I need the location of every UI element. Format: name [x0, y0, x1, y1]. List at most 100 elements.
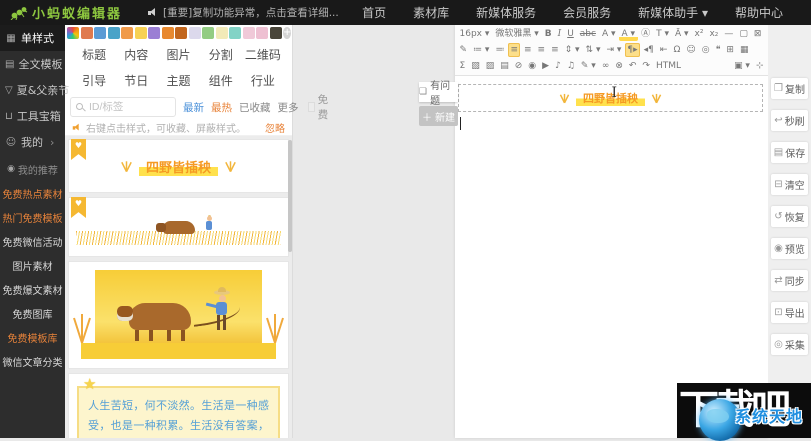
video-button[interactable]: ▶: [540, 59, 552, 73]
html-source-button[interactable]: HTML: [653, 59, 683, 73]
blockquote-button[interactable]: ❝: [713, 43, 723, 57]
rtl-button[interactable]: ◂¶: [641, 43, 656, 57]
top-nav-item[interactable]: 素材库: [413, 4, 449, 21]
zoom-button[interactable]: ◎: [699, 43, 712, 57]
border-text-button[interactable]: Ⓐ: [639, 27, 653, 41]
color-swatch[interactable]: [80, 27, 93, 39]
indent-button[interactable]: ⇥ ▾: [604, 43, 624, 57]
category-tab[interactable]: 主题: [157, 72, 199, 89]
rail-button[interactable]: ⇄ 同步: [771, 270, 808, 291]
align-justify-button[interactable]: ≡: [549, 43, 562, 57]
color-swatch[interactable]: [148, 27, 160, 39]
color-swatch[interactable]: [94, 27, 106, 39]
edit-mode-button[interactable]: ▣ ▾: [732, 59, 753, 73]
align-left-button[interactable]: ≡: [507, 43, 521, 57]
highlight-color-button[interactable]: A ▾: [619, 27, 638, 41]
clear-doc-button[interactable]: ⊠: [751, 27, 764, 41]
album-button[interactable]: ▤: [498, 59, 512, 73]
rail-button[interactable]: ⊡ 导出: [771, 302, 808, 323]
feedback-button[interactable]: ❏ 有问题: [419, 81, 458, 107]
category-tab[interactable]: 引导: [73, 72, 115, 89]
font-family-select[interactable]: 微软雅黑 ▾: [493, 27, 541, 41]
paragraph-spacing-button[interactable]: ⇅ ▾: [583, 43, 603, 57]
sidebar-link[interactable]: 微信文章分类: [0, 349, 65, 373]
rail-button[interactable]: ↩ 秒刷: [771, 110, 808, 131]
table-button[interactable]: ⊞: [724, 43, 737, 57]
top-nav-item[interactable]: 首页: [362, 4, 386, 21]
sidebar-link[interactable]: 免费模板库: [0, 325, 65, 349]
top-nav-item[interactable]: 帮助中心: [735, 4, 783, 21]
music-button[interactable]: ♪: [553, 59, 564, 73]
top-nav-item[interactable]: 会员服务: [563, 4, 611, 21]
eraser-button[interactable]: ⊘: [512, 59, 525, 73]
category-tab[interactable]: 内容: [115, 46, 157, 63]
sidebar-link[interactable]: 免费爆文素材: [0, 277, 65, 301]
align-center-button[interactable]: ≡: [521, 43, 534, 57]
color-swatch[interactable]: [175, 27, 187, 39]
case-button[interactable]: Ā ▾: [672, 27, 691, 41]
undo-button[interactable]: ↶: [626, 59, 639, 73]
ordered-list-button[interactable]: ≔ ▾: [471, 43, 492, 57]
selected-block[interactable]: 四野皆插秧: [458, 84, 763, 112]
text-style-button[interactable]: T ▾: [654, 27, 672, 41]
strikethrough-button[interactable]: abc: [577, 27, 598, 41]
unlink-button[interactable]: ⊗: [613, 59, 626, 73]
rail-button[interactable]: ❐ 复制: [771, 78, 808, 99]
panel-scrollbar[interactable]: [288, 140, 292, 252]
filter-option[interactable]: 最新: [183, 100, 204, 115]
rail-button[interactable]: ↺ 恢复: [771, 206, 808, 227]
filter-option[interactable]: 最热: [211, 100, 232, 115]
color-swatch[interactable]: [229, 27, 241, 39]
outdent-button[interactable]: ⇤: [657, 43, 670, 57]
sidebar-item[interactable]: ▽ 夏&父亲节: [0, 77, 69, 103]
scrawl-button[interactable]: ✎ ▾: [578, 59, 598, 73]
font-size-select[interactable]: 16px ▾: [457, 27, 492, 41]
rail-button[interactable]: ▤ 保存: [771, 142, 808, 163]
font-color-button[interactable]: A ▾: [599, 27, 618, 41]
color-swatch[interactable]: [256, 27, 268, 39]
sidebar-link[interactable]: ◉ 我的推荐: [0, 157, 65, 181]
audio-button[interactable]: ♫: [564, 59, 577, 73]
sidebar-item[interactable]: ▤ 全文模板: [0, 51, 65, 77]
template-card-divider[interactable]: ♥: [68, 197, 289, 257]
announcement[interactable]: [重要]复制功能异常，点击查看详细...: [148, 5, 339, 20]
bold-button[interactable]: B: [542, 27, 554, 41]
top-nav-item[interactable]: 新媒体助手 ▾: [638, 4, 708, 21]
sidebar-link[interactable]: 热门免费模板: [0, 205, 65, 229]
sidebar-link[interactable]: 免费微信活动: [0, 229, 65, 253]
sidebar-link[interactable]: 图片素材: [0, 253, 65, 277]
color-swatch[interactable]: [202, 27, 214, 39]
format-painter-button[interactable]: ✎: [457, 43, 470, 57]
sidebar-item[interactable]: ☺ 我的 ›: [0, 129, 65, 155]
sidebar-link[interactable]: 免费图库: [0, 301, 65, 325]
subscript-button[interactable]: x₂: [707, 27, 721, 41]
color-swatch[interactable]: [215, 27, 228, 39]
sidebar-item[interactable]: ▦ 单样式: [0, 25, 65, 51]
new-doc-button[interactable]: ▢: [737, 27, 751, 41]
rail-button[interactable]: ◎ 采集: [771, 334, 808, 355]
filter-option[interactable]: 已收藏: [239, 100, 271, 115]
category-tab[interactable]: 行业: [242, 72, 284, 89]
formula-button[interactable]: Σ: [457, 59, 468, 73]
color-swatch[interactable]: [242, 27, 255, 39]
align-right-button[interactable]: ≡: [535, 43, 548, 57]
search-box[interactable]: [70, 97, 176, 117]
category-tab[interactable]: 标题: [73, 46, 115, 63]
template-card-title[interactable]: ♥ 四野皆插秧: [68, 139, 289, 193]
template-card-illustration[interactable]: [68, 261, 289, 369]
color-swatch[interactable]: [121, 27, 133, 39]
special-char-button[interactable]: Ω: [671, 43, 683, 57]
search-input[interactable]: [89, 101, 169, 113]
new-document-button[interactable]: ＋ 新建: [419, 106, 458, 126]
image-button[interactable]: ▧: [469, 59, 483, 73]
line-height-button[interactable]: ⇕ ▾: [562, 43, 582, 57]
online-image-button[interactable]: ▨: [483, 59, 497, 73]
filter-option[interactable]: 更多: [278, 100, 299, 115]
ignore-link[interactable]: 忽略: [265, 120, 285, 135]
redo-button[interactable]: ↷: [640, 59, 653, 73]
color-swatch[interactable]: [188, 27, 201, 39]
fullscreen-button[interactable]: ⊹: [753, 59, 766, 73]
category-tab[interactable]: 二维码: [242, 46, 284, 63]
sidebar-item[interactable]: ⊔ 工具宝箱: [0, 103, 65, 129]
link-button[interactable]: ∞: [599, 59, 612, 73]
